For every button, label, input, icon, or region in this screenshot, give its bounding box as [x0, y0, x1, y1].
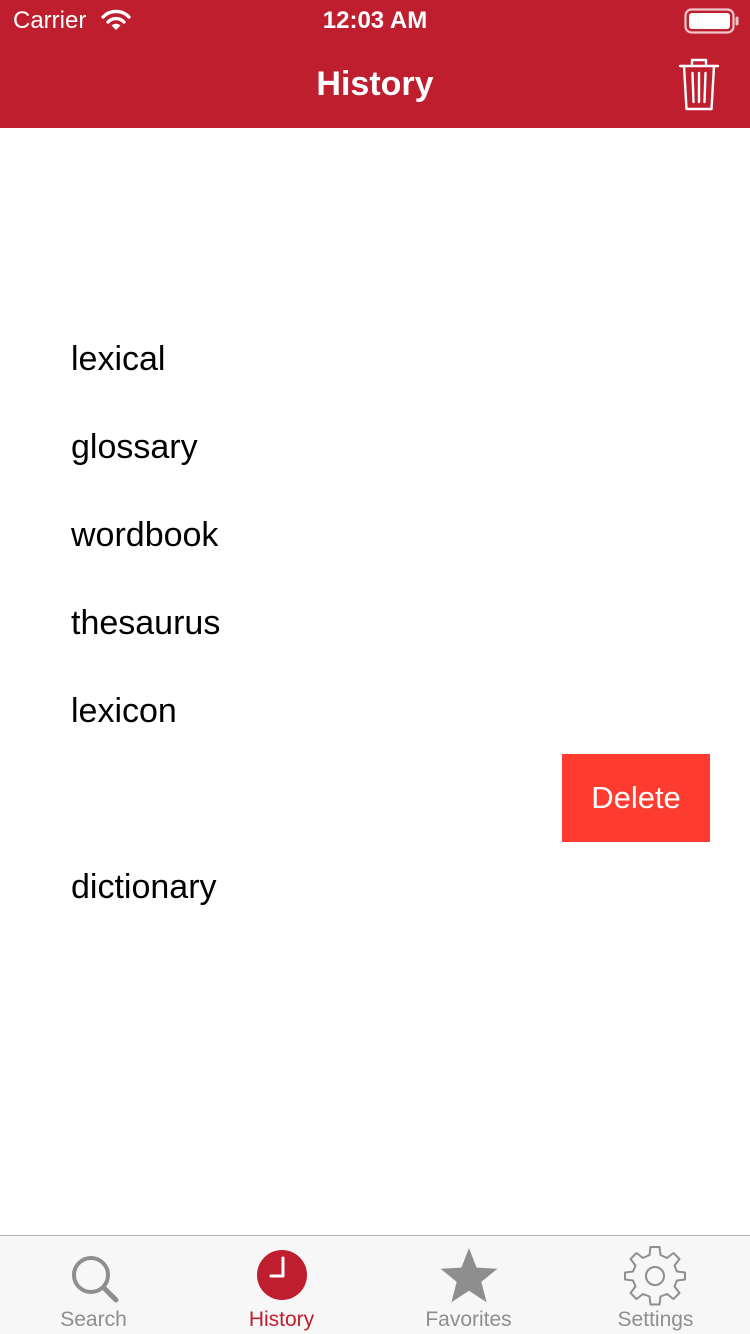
- history-word: thesaurus: [71, 604, 221, 642]
- history-screen: Carrier 12:03 AM History lexical glossar…: [0, 0, 750, 1334]
- trash-icon: [678, 58, 720, 111]
- header: Carrier 12:03 AM History: [0, 0, 750, 128]
- delete-button[interactable]: Delete: [562, 754, 710, 842]
- history-list: lexical glossary wordbook thesaurus lexi…: [0, 128, 750, 1234]
- gear-icon: [623, 1246, 686, 1306]
- tab-favorites[interactable]: Favorites: [375, 1236, 562, 1334]
- history-row[interactable]: wordbook: [0, 491, 750, 579]
- history-word: lexicon: [71, 692, 177, 730]
- star-icon: [440, 1248, 497, 1303]
- tab-bar: Search History Favorites Settings: [0, 1235, 750, 1334]
- history-row[interactable]: dictionary: [0, 843, 750, 931]
- history-word: lexical: [71, 340, 166, 378]
- clock-icon: [256, 1250, 307, 1300]
- history-row[interactable]: thesaurus: [0, 579, 750, 667]
- tab-label: Search: [60, 1308, 127, 1331]
- history-word: glossary: [71, 428, 198, 466]
- history-word: dictionary: [71, 868, 217, 906]
- status-time: 12:03 AM: [322, 7, 428, 34]
- search-icon: [71, 1256, 118, 1303]
- tab-settings[interactable]: Settings: [562, 1236, 749, 1334]
- history-row[interactable]: glossary: [0, 403, 750, 491]
- battery-icon: [684, 8, 739, 34]
- history-word: wordbook: [71, 516, 219, 554]
- clear-history-button[interactable]: [672, 54, 726, 114]
- swiped-history-row[interactable]: Delete: [0, 754, 750, 842]
- tab-label: History: [248, 1308, 315, 1331]
- tab-history[interactable]: History: [188, 1236, 375, 1334]
- tab-search[interactable]: Search: [0, 1236, 187, 1334]
- tab-label: Favorites: [425, 1308, 512, 1331]
- tab-label: Settings: [617, 1308, 694, 1331]
- history-row[interactable]: lexicon: [0, 667, 750, 755]
- page-title: History: [316, 65, 434, 103]
- history-row[interactable]: lexical: [0, 315, 750, 403]
